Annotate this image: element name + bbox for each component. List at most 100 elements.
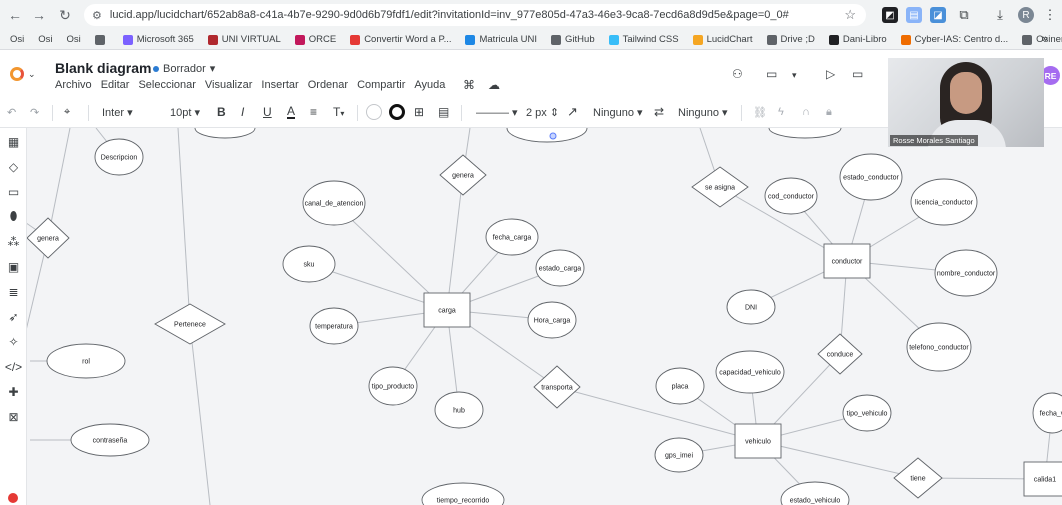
start-arrow-value: Ninguno bbox=[593, 107, 634, 119]
video-icon[interactable]: ▭ bbox=[852, 67, 863, 81]
start-arrow-select[interactable]: Ninguno ▾ bbox=[593, 106, 643, 119]
shapes-icon[interactable]: ◇ bbox=[6, 159, 21, 174]
connector-line[interactable] bbox=[189, 323, 211, 505]
lock-icon[interactable]: 🔒︎ bbox=[826, 106, 832, 119]
connector-line[interactable] bbox=[177, 128, 191, 325]
puzzle-icon[interactable]: ✚ bbox=[6, 384, 21, 399]
undo-icon[interactable]: ↶ bbox=[7, 106, 16, 119]
action-icon[interactable]: ϟ bbox=[778, 106, 784, 118]
menu-item[interactable]: Archivo bbox=[55, 79, 92, 91]
line-type-icon[interactable]: ↗ bbox=[567, 104, 578, 120]
fill-color-button[interactable] bbox=[366, 104, 382, 120]
line-style-select[interactable]: ——— ▾ bbox=[476, 106, 518, 119]
magic-wand-icon[interactable]: ⁂ bbox=[6, 234, 21, 249]
text-color-button[interactable]: A bbox=[287, 105, 296, 119]
link-icon[interactable]: ⛓ bbox=[753, 106, 767, 119]
offscreen-attribute[interactable] bbox=[768, 128, 842, 139]
capacidad-vehiculo-label: capacidad_vehiculo bbox=[719, 370, 781, 377]
browser-menu-icon[interactable]: ⋮ bbox=[1042, 7, 1058, 23]
bookmark-item[interactable] bbox=[94, 34, 109, 45]
download-icon[interactable]: ⤓ bbox=[992, 7, 1008, 23]
database-icon[interactable]: ≣ bbox=[6, 284, 21, 299]
forward-arrow-icon[interactable]: → bbox=[26, 0, 52, 30]
menu-item[interactable]: Ordenar bbox=[308, 79, 348, 91]
font-size-select[interactable]: 10pt ▾ bbox=[170, 106, 200, 119]
rocket-icon[interactable]: ➶ bbox=[6, 309, 21, 324]
image-icon[interactable]: ▣ bbox=[6, 259, 21, 274]
document-title[interactable]: Blank diagram bbox=[55, 60, 151, 76]
bookmark-item[interactable]: Convertir Word a P... bbox=[350, 34, 451, 45]
bookmark-item[interactable]: Matricula UNI bbox=[465, 34, 537, 45]
address-bar[interactable]: ⚙ lucid.app/lucidchart/652ab8a8-c41a-4b7… bbox=[84, 4, 866, 26]
connector-line[interactable] bbox=[556, 386, 759, 442]
offscreen-attribute[interactable] bbox=[194, 128, 256, 139]
reload-icon[interactable]: ↻ bbox=[52, 0, 78, 30]
line-color-button[interactable] bbox=[389, 104, 405, 120]
menu-item[interactable]: Editar bbox=[101, 79, 130, 91]
extension-icon[interactable]: ◩ bbox=[882, 7, 898, 23]
frame-icon[interactable]: ▭ bbox=[6, 184, 21, 199]
docs-extension-icon[interactable]: ▤ bbox=[906, 7, 922, 23]
redo-icon[interactable]: ↷ bbox=[30, 106, 39, 119]
bookmark-item[interactable]: Osi bbox=[67, 34, 81, 45]
present-icon[interactable]: ▷ bbox=[826, 67, 835, 81]
italic-button[interactable]: I bbox=[241, 105, 244, 119]
fill-icon[interactable]: ⬮ bbox=[6, 209, 21, 224]
font-family-select[interactable]: Inter ▾ bbox=[102, 106, 133, 119]
bookmark-item[interactable]: Cyber-IAS: Centro d... bbox=[900, 34, 1008, 45]
bookmark-item[interactable]: ORCE bbox=[294, 34, 336, 45]
bookmark-item[interactable]: Osi bbox=[38, 34, 52, 45]
diagram-canvas[interactable]: Descripcion rol contraseña canal_de_atencio… bbox=[27, 128, 1062, 505]
bookmark-item[interactable]: UNI VIRTUAL bbox=[207, 34, 281, 45]
text-align-button[interactable]: ≡ bbox=[310, 105, 317, 119]
more-bookmarks-button[interactable]: » bbox=[1042, 33, 1048, 45]
ai-sparkle-icon[interactable]: ✧ bbox=[6, 334, 21, 349]
menu-item[interactable]: Insertar bbox=[261, 79, 298, 91]
menu-item[interactable]: Visualizar bbox=[205, 79, 253, 91]
connector-line[interactable] bbox=[757, 440, 919, 479]
chevron-down-icon[interactable]: ⌄ bbox=[28, 69, 36, 80]
translate-extension-icon[interactable]: ◪ bbox=[930, 7, 946, 23]
shape-style-icon[interactable]: ⊞ bbox=[414, 105, 424, 119]
profile-avatar[interactable]: R bbox=[1018, 7, 1034, 23]
end-arrow-select[interactable]: Ninguno ▾ bbox=[678, 106, 728, 119]
comments-icon[interactable]: ▭ bbox=[766, 67, 777, 81]
menu-item[interactable]: Ayuda bbox=[414, 79, 445, 91]
theme-icon[interactable]: ▤ bbox=[438, 105, 449, 119]
offscreen-attribute[interactable] bbox=[506, 128, 588, 143]
pages-icon[interactable]: ▦ bbox=[6, 134, 21, 149]
bookmark-star-icon[interactable]: ☆ bbox=[844, 7, 856, 23]
selection-handle[interactable] bbox=[549, 132, 557, 140]
draft-status[interactable]: Borrador ▾ bbox=[153, 62, 215, 75]
back-arrow-icon[interactable]: ← bbox=[2, 0, 28, 30]
gift-icon[interactable]: ⌘ bbox=[463, 78, 475, 92]
text-options-button[interactable]: T▾ bbox=[333, 105, 344, 119]
connector-line[interactable] bbox=[446, 174, 464, 311]
bookmark-item[interactable]: GitHub bbox=[551, 34, 595, 45]
menu-item[interactable]: Seleccionar bbox=[138, 79, 195, 91]
connector-line[interactable] bbox=[27, 237, 49, 440]
swap-arrows-icon[interactable]: ⇄ bbox=[654, 105, 664, 119]
licencia-conductor-label: licencia_conductor bbox=[915, 200, 974, 207]
bookmark-item[interactable]: Tailwind CSS bbox=[608, 34, 679, 45]
code-icon[interactable]: </> bbox=[5, 359, 22, 374]
chevron-down-icon[interactable]: ▾ bbox=[792, 70, 797, 81]
format-painter-icon[interactable]: ⌖ bbox=[64, 106, 70, 119]
cloud-sync-icon[interactable]: ☁ bbox=[488, 78, 500, 92]
bold-button[interactable]: B bbox=[217, 105, 226, 119]
bookmark-item[interactable]: Dani-Libro bbox=[828, 34, 887, 45]
menu-item[interactable]: Compartir bbox=[357, 79, 405, 91]
search-image-icon[interactable]: ⊠ bbox=[6, 409, 21, 424]
underline-button[interactable]: U bbox=[263, 105, 272, 119]
bookmark-item[interactable]: Microsoft 365 bbox=[122, 34, 194, 45]
collaborators-icon[interactable]: ⚇ bbox=[732, 67, 743, 81]
magnet-icon[interactable]: ∩ bbox=[802, 106, 810, 118]
site-settings-icon[interactable]: ⚙ bbox=[92, 9, 102, 22]
bookmark-item[interactable]: Osi bbox=[10, 34, 24, 45]
extensions-puzzle-icon[interactable]: ⧉ bbox=[956, 7, 972, 23]
lucid-logo-icon[interactable] bbox=[10, 67, 24, 81]
line-width-select[interactable]: 2 px ⇕ bbox=[526, 106, 559, 119]
bookmark-item[interactable]: LucidChart bbox=[692, 34, 753, 45]
bookmark-item[interactable]: Drive ;D bbox=[766, 34, 815, 45]
tiene-label: tiene bbox=[910, 476, 925, 483]
